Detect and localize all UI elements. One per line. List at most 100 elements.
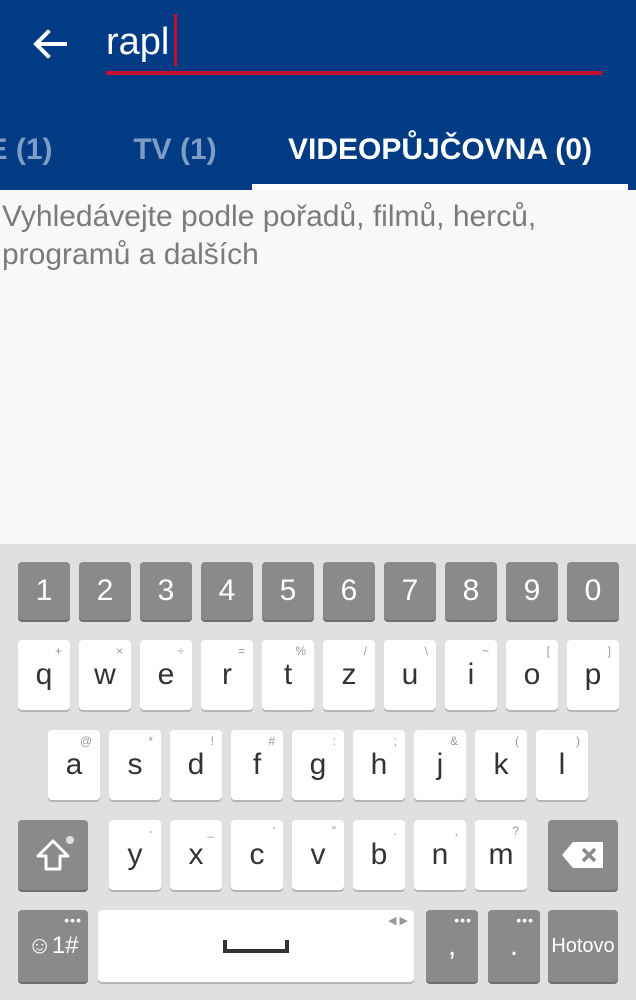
key-label: r bbox=[222, 658, 232, 691]
key-u[interactable]: u \ bbox=[384, 640, 436, 710]
key-n[interactable]: n, bbox=[414, 820, 466, 890]
key-h[interactable]: h; bbox=[353, 730, 405, 800]
done-key[interactable]: Hotovo bbox=[548, 910, 618, 982]
key-1[interactable]: 1 bbox=[18, 562, 70, 620]
key-label: n bbox=[431, 838, 449, 871]
key-k[interactable]: k( bbox=[475, 730, 527, 800]
key-secondary-label: ; bbox=[393, 734, 397, 748]
backspace-key[interactable] bbox=[548, 820, 618, 890]
space-key[interactable]: ◀ ▶ bbox=[98, 910, 414, 982]
key-secondary-label: @ bbox=[79, 734, 92, 748]
key-r[interactable]: r = bbox=[201, 640, 253, 710]
done-key-label: Hotovo bbox=[551, 934, 615, 957]
more-dots-icon: ••• bbox=[516, 912, 534, 928]
back-button[interactable] bbox=[24, 18, 76, 70]
caps-indicator-dot bbox=[66, 836, 74, 844]
key-secondary-label: + bbox=[54, 644, 62, 658]
key-m[interactable]: m? bbox=[475, 820, 527, 890]
period-key[interactable]: ••• . bbox=[488, 910, 540, 982]
key-l[interactable]: l) bbox=[536, 730, 588, 800]
key-secondary-label: - bbox=[149, 824, 153, 838]
key-z[interactable]: z / bbox=[323, 640, 375, 710]
key-0[interactable]: 0 bbox=[567, 562, 619, 620]
key-secondary-label: [ bbox=[546, 644, 550, 658]
key-secondary-label: % bbox=[295, 644, 306, 658]
key-secondary-label: ~ bbox=[481, 644, 489, 658]
key-c[interactable]: c ' bbox=[231, 820, 283, 890]
key-8[interactable]: 8 bbox=[445, 562, 497, 620]
key-secondary-label: ) bbox=[576, 734, 580, 748]
tab-tv[interactable]: TV (1) bbox=[110, 110, 240, 190]
key-9[interactable]: 9 bbox=[506, 562, 558, 620]
key-5[interactable]: 5 bbox=[262, 562, 314, 620]
key-label: p bbox=[584, 658, 602, 691]
key-b[interactable]: b. bbox=[353, 820, 405, 890]
key-e[interactable]: e ÷ bbox=[140, 640, 192, 710]
key-secondary-label: ' bbox=[272, 824, 275, 838]
key-t[interactable]: t% bbox=[262, 640, 314, 710]
search-input[interactable] bbox=[106, 14, 602, 70]
key-d[interactable]: d! bbox=[170, 730, 222, 800]
language-switch-icon: ◀ ▶ bbox=[388, 915, 408, 927]
key-secondary-label: ! bbox=[210, 734, 214, 748]
key-label: 6 bbox=[340, 574, 358, 607]
key-2[interactable]: 2 bbox=[79, 562, 131, 620]
key-label: 3 bbox=[157, 574, 175, 607]
key-a[interactable]: a @ bbox=[48, 730, 100, 800]
key-secondary-label: ( bbox=[515, 734, 519, 748]
symbols-key-label: ☺1# bbox=[27, 932, 79, 959]
key-f[interactable]: f # bbox=[231, 730, 283, 800]
key-label: j bbox=[436, 748, 444, 781]
key-q[interactable]: q + bbox=[18, 640, 70, 710]
key-label: s bbox=[127, 748, 143, 781]
period-key-label: . bbox=[509, 929, 519, 962]
key-o[interactable]: o[ bbox=[506, 640, 558, 710]
more-dots-icon: ••• bbox=[454, 912, 472, 928]
tab-partial[interactable]: E (1) bbox=[0, 110, 80, 190]
text-caret bbox=[174, 14, 177, 66]
result-tabs: E (1) TV (1) VIDEOPŮJČOVNA (0) bbox=[0, 110, 636, 190]
key-g[interactable]: g: bbox=[292, 730, 344, 800]
key-v[interactable]: v " bbox=[292, 820, 344, 890]
key-secondary-label: _ bbox=[207, 824, 214, 838]
key-secondary-label: ] bbox=[607, 644, 611, 658]
key-label: 0 bbox=[584, 574, 602, 607]
key-label: v bbox=[310, 838, 326, 871]
key-4[interactable]: 4 bbox=[201, 562, 253, 620]
key-secondary-label: & bbox=[449, 734, 458, 748]
key-secondary-label: / bbox=[363, 644, 367, 658]
key-w[interactable]: w × bbox=[79, 640, 131, 710]
key-p[interactable]: p] bbox=[567, 640, 619, 710]
comma-key[interactable]: ••• , bbox=[426, 910, 478, 982]
key-secondary-label: # bbox=[268, 734, 275, 748]
shift-key[interactable] bbox=[18, 820, 88, 890]
key-s[interactable]: s * bbox=[109, 730, 161, 800]
tab-videopujcovna[interactable]: VIDEOPŮJČOVNA (0) bbox=[252, 110, 628, 190]
key-7[interactable]: 7 bbox=[384, 562, 436, 620]
key-y[interactable]: y- bbox=[109, 820, 161, 890]
arrow-left-icon bbox=[33, 29, 67, 59]
key-6[interactable]: 6 bbox=[323, 562, 375, 620]
key-label: 5 bbox=[279, 574, 297, 607]
key-i[interactable]: i ~ bbox=[445, 640, 497, 710]
search-underline bbox=[106, 71, 602, 75]
key-label: i bbox=[467, 658, 475, 691]
search-hint: Vyhledávejte podle pořadů, filmů, herců,… bbox=[2, 200, 537, 271]
key-label: g bbox=[309, 748, 327, 781]
key-x[interactable]: x _ bbox=[170, 820, 222, 890]
key-j[interactable]: j & bbox=[414, 730, 466, 800]
key-secondary-label: , bbox=[454, 824, 458, 838]
key-label: 2 bbox=[96, 574, 114, 607]
key-label: c bbox=[249, 838, 265, 871]
symbols-key[interactable]: ••• ☺1# bbox=[18, 910, 88, 982]
key-label: 8 bbox=[462, 574, 480, 607]
app-screen: E (1) TV (1) VIDEOPŮJČOVNA (0) Vyhledáve… bbox=[0, 0, 636, 1000]
key-label: q bbox=[35, 658, 53, 691]
key-label: m bbox=[488, 838, 514, 871]
key-secondary-label: × bbox=[115, 644, 123, 658]
search-results-area: Vyhledávejte podle pořadů, filmů, herců,… bbox=[0, 190, 636, 544]
key-label: b bbox=[370, 838, 388, 871]
key-3[interactable]: 3 bbox=[140, 562, 192, 620]
key-label: h bbox=[370, 748, 388, 781]
more-dots-icon: ••• bbox=[64, 912, 82, 928]
